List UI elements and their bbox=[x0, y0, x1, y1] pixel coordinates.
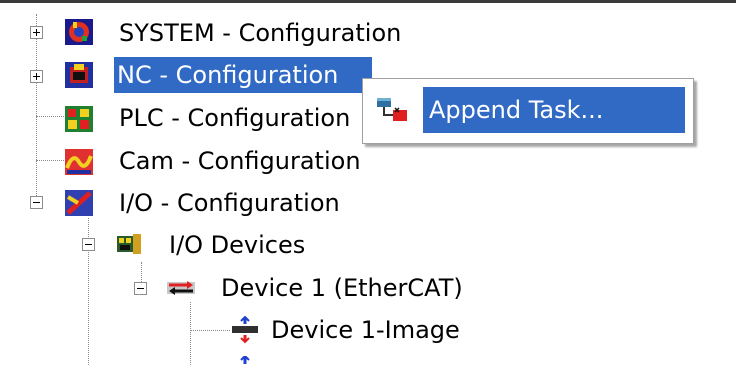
tree-item-label: SYSTEM - Configuration bbox=[119, 19, 402, 47]
tree-item-label: I/O - Configuration bbox=[119, 189, 340, 217]
tree-item-label: Cam - Configuration bbox=[119, 147, 361, 175]
system-config-icon bbox=[65, 19, 93, 45]
plc-config-icon bbox=[65, 106, 93, 132]
collapse-button[interactable] bbox=[30, 196, 43, 209]
io-devices-icon bbox=[117, 234, 141, 254]
append-task-icon bbox=[377, 98, 407, 121]
menu-icon-column bbox=[367, 87, 417, 133]
menu-item-append-task[interactable]: Append Task... bbox=[423, 87, 685, 133]
context-menu: Append Task... bbox=[362, 78, 694, 144]
window-top-border bbox=[0, 0, 736, 3]
expand-button[interactable] bbox=[30, 26, 43, 39]
tree-item-label: NC - Configuration bbox=[114, 57, 372, 93]
tree-item-label: Device 1 (EtherCAT) bbox=[221, 274, 463, 302]
ethercat-device-icon bbox=[167, 281, 195, 295]
collapse-button[interactable] bbox=[82, 238, 95, 251]
nc-config-icon bbox=[65, 62, 93, 88]
device-image-icon bbox=[232, 316, 258, 344]
expand-button[interactable] bbox=[30, 70, 43, 83]
cam-config-icon bbox=[65, 149, 93, 175]
tree-item-label: PLC - Configuration bbox=[119, 104, 351, 132]
collapse-button[interactable] bbox=[134, 282, 147, 295]
tree-item-label: I/O Devices bbox=[169, 231, 306, 259]
io-config-icon bbox=[65, 190, 93, 216]
tree-item-label: Device 1-Image bbox=[271, 316, 460, 344]
device-icon-partial bbox=[240, 356, 250, 364]
